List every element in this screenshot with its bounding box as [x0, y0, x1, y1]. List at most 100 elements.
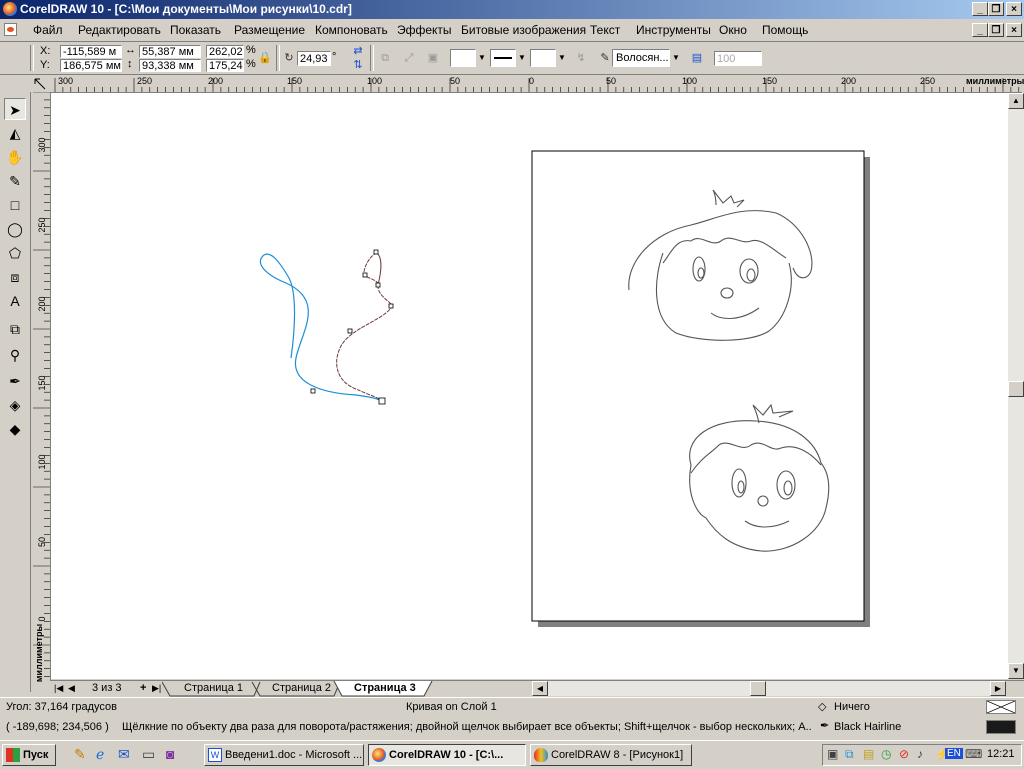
curve-node[interactable] — [310, 388, 316, 394]
menu-effects[interactable]: Эффекты — [397, 23, 452, 37]
nib-size-field[interactable]: 100 — [714, 51, 762, 66]
coreldraw-icon[interactable] — [3, 2, 17, 16]
shape-tool-icon[interactable]: ◭ — [4, 122, 26, 144]
fill-dropdown-arrow[interactable]: ▼ — [478, 49, 486, 67]
media-player-icon[interactable]: ◙ — [166, 746, 174, 762]
lock-ratio-icon[interactable]: 🔒 — [256, 49, 274, 67]
page-tab[interactable]: Страница 1 — [184, 681, 243, 696]
horizontal-scrollbar[interactable]: ◀ ▶ — [532, 681, 1006, 696]
tray-network-icon[interactable]: ⧉ — [845, 747, 854, 762]
doc-close-button[interactable]: × — [1006, 23, 1022, 37]
mirror-horizontal-icon[interactable]: ⇄ — [349, 44, 367, 58]
zoom-hand-tool-icon[interactable]: ✋ — [4, 146, 26, 168]
tray-antivirus-icon[interactable]: ⊘ — [899, 747, 909, 761]
curve-node[interactable] — [373, 249, 379, 255]
vertical-scroll-thumb[interactable] — [1008, 381, 1024, 397]
curve-node[interactable] — [362, 272, 368, 278]
tray-monitor-icon[interactable]: ▣ — [827, 747, 838, 761]
ellipse-tool-icon[interactable]: ◯ — [4, 218, 26, 240]
outline-width-select[interactable]: Волосян... — [612, 49, 670, 67]
taskbar-word-button[interactable]: W Введени1.doc - Microsoft ... — [204, 744, 364, 766]
show-desktop-icon[interactable]: ▭ — [142, 746, 155, 763]
selected-curve-group[interactable] — [259, 249, 394, 405]
menu-bitmaps[interactable]: Битовые изображения — [461, 23, 586, 37]
close-button[interactable]: × — [1006, 2, 1022, 16]
outline-tool-icon[interactable]: ✒ — [4, 370, 26, 392]
interactive-fill-tool-icon[interactable]: ◆ — [4, 418, 26, 440]
blue-curve-inner[interactable] — [263, 253, 296, 359]
curve-end-node[interactable] — [378, 397, 386, 405]
document-page[interactable] — [531, 150, 865, 622]
minimize-button[interactable]: _ — [972, 2, 988, 16]
menu-text[interactable]: Текст — [590, 23, 620, 37]
drawing-canvas[interactable] — [51, 93, 1008, 679]
internet-explorer-icon[interactable]: ℯ — [96, 746, 104, 763]
tray-scheduler-icon[interactable]: ◷ — [881, 747, 891, 761]
interactive-blend-tool-icon[interactable]: ⧉ — [4, 318, 26, 340]
curve-node[interactable] — [388, 303, 394, 309]
break-apart-icon[interactable]: ⤢ — [400, 49, 418, 67]
add-page-button[interactable]: + — [140, 681, 146, 696]
mirror-vertical-icon[interactable]: ⇅ — [349, 58, 367, 72]
horizontal-ruler[interactable]: 300 250 200 150 100 50 0 50 100 150 200 … — [50, 75, 1024, 93]
text-wrap-icon[interactable]: ↯ — [572, 49, 590, 67]
outline-style-picker[interactable] — [490, 49, 516, 67]
convert-to-curves-icon[interactable]: ▣ — [424, 49, 442, 67]
pick-tool-icon[interactable]: ➤ — [4, 98, 26, 120]
taskbar-coreldraw8-button[interactable]: CorelDRAW 8 - [Рисунок1] — [530, 744, 692, 766]
rotation-angle-field[interactable]: 24,93 — [297, 51, 331, 66]
scroll-right-button[interactable]: ▶ — [990, 681, 1006, 696]
height-field[interactable]: 93,338 мм — [139, 59, 201, 72]
next-page-button[interactable]: ▶| — [152, 681, 161, 696]
vertical-scrollbar[interactable]: ▲ ▼ — [1008, 93, 1024, 679]
width-field[interactable]: 55,387 мм — [139, 45, 201, 58]
first-page-button[interactable]: |◀ — [54, 681, 63, 696]
maximize-button[interactable]: ❐ — [988, 2, 1004, 16]
y-position-field[interactable]: 186,575 мм — [60, 59, 122, 72]
to-front-icon[interactable]: ▤ — [688, 49, 706, 67]
eyedropper-tool-icon[interactable]: ⚲ — [4, 344, 26, 366]
scale-x-field[interactable]: 262,02 — [206, 45, 244, 58]
scroll-down-button[interactable]: ▼ — [1008, 663, 1024, 679]
horizontal-scroll-thumb[interactable] — [750, 681, 766, 696]
menu-layout[interactable]: Размещение — [234, 23, 305, 37]
menu-window[interactable]: Окно — [719, 23, 747, 37]
tray-keyboard-icon[interactable]: ⌨ — [965, 747, 982, 761]
tray-folder-icon[interactable]: ▤ — [863, 747, 874, 761]
previous-page-button[interactable]: ◀ — [68, 681, 75, 696]
scale-y-field[interactable]: 175,24 — [206, 59, 244, 72]
polygon-tool-icon[interactable]: ⬠ — [4, 242, 26, 264]
taskbar-coreldraw10-button[interactable]: CorelDRAW 10 - [C:\... — [368, 744, 526, 766]
x-position-field[interactable]: -115,589 м — [60, 45, 122, 58]
menu-tools[interactable]: Инструменты — [636, 23, 711, 37]
scroll-left-button[interactable]: ◀ — [532, 681, 548, 696]
start-button[interactable]: Пуск — [2, 744, 56, 766]
end-arrow-dropdown-arrow[interactable]: ▼ — [558, 49, 566, 67]
tray-volume-icon[interactable]: ♪ — [917, 747, 923, 761]
tray-language-indicator[interactable]: EN — [945, 748, 963, 759]
vertical-ruler[interactable]: 300 250 200 150 100 50 0 миллиметры — [30, 92, 51, 682]
ruler-corner[interactable] — [30, 75, 50, 92]
outline-style-dropdown-arrow[interactable]: ▼ — [518, 49, 526, 67]
doc-restore-button[interactable]: ❐ — [988, 23, 1004, 37]
freehand-tool-icon[interactable]: ✎ — [4, 170, 26, 192]
basic-shapes-tool-icon[interactable]: ⧈ — [4, 266, 26, 288]
doc-minimize-button[interactable]: _ — [972, 23, 988, 37]
text-tool-icon[interactable]: A — [4, 290, 26, 312]
curve-node[interactable] — [347, 328, 353, 334]
quicklaunch-icon[interactable]: ✎ — [74, 746, 86, 763]
page-tab[interactable]: Страница 2 — [272, 681, 331, 696]
end-arrow-picker[interactable] — [530, 49, 556, 67]
menu-file[interactable]: Файл — [33, 23, 63, 37]
menu-help[interactable]: Помощь — [762, 23, 808, 37]
selected-curve-top[interactable] — [376, 252, 382, 286]
outlook-icon[interactable]: ✉ — [118, 746, 130, 763]
fill-tool-icon[interactable]: ◈ — [4, 394, 26, 416]
outline-width-dropdown-arrow[interactable]: ▼ — [672, 49, 680, 67]
rectangle-tool-icon[interactable]: □ — [4, 194, 26, 216]
scroll-up-button[interactable]: ▲ — [1008, 93, 1024, 109]
page-tab-active[interactable]: Страница 3 — [354, 681, 416, 696]
menu-view[interactable]: Показать — [170, 23, 221, 37]
combine-icon[interactable]: ⧉ — [376, 49, 394, 67]
document-icon[interactable] — [4, 23, 17, 36]
